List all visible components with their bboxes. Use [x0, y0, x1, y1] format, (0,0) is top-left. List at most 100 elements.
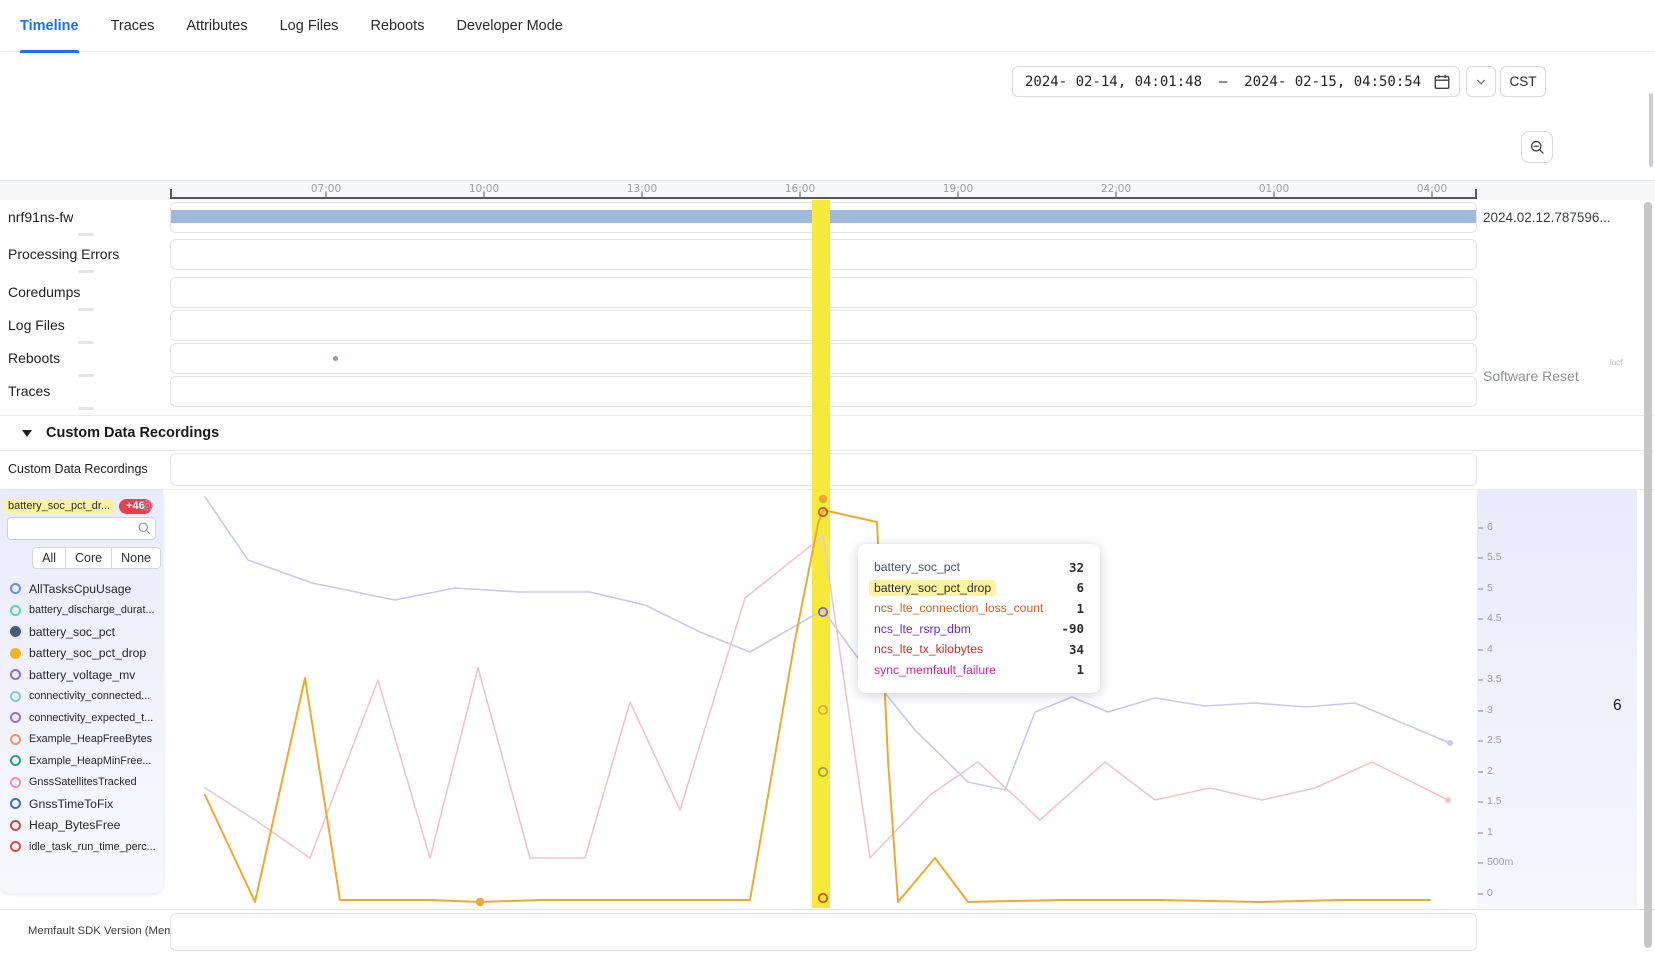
locf-note: locf: [1610, 358, 1622, 367]
tooltip-metric-label: battery_soc_pct: [874, 560, 960, 574]
y-tick-mark: [1478, 557, 1483, 559]
y-tick-mark: [1478, 771, 1483, 773]
tooltip-metric-value: 6: [1076, 580, 1084, 595]
legend-item-battery-voltage-mv[interactable]: battery_voltage_mv: [0, 664, 163, 686]
legend-item-label: battery_discharge_durat...: [29, 604, 154, 616]
y-tick-mark: [1478, 618, 1483, 620]
time-tick-label: 16:00: [785, 183, 815, 195]
time-tick-label: 22:00: [1101, 183, 1131, 195]
legend-item-label: battery_voltage_mv: [29, 668, 135, 682]
sdk-version-row-label: Memfault SDK Version (Memfaul...: [0, 911, 166, 951]
legend-item-connectivity-connected[interactable]: connectivity_connected...: [0, 686, 163, 708]
row-label-reboots: Reboots: [0, 343, 166, 374]
tooltip-metric-label: ncs_lte_tx_kilobytes: [874, 642, 983, 656]
legend-item-example-heapminfree[interactable]: Example_HeapMinFree...: [0, 750, 163, 772]
tab-log-files[interactable]: Log Files: [280, 0, 339, 52]
hover-point-marker: [819, 768, 827, 776]
row-right-label-reboots: Software Reset: [1483, 368, 1633, 384]
vertical-scrollbar[interactable]: [1644, 202, 1652, 948]
legend-item-connectivity-expected-t[interactable]: connectivity_expected_t...: [0, 707, 163, 729]
legend-marker-icon: [10, 841, 21, 852]
legend-item-label: Heap_BytesFree: [29, 818, 120, 832]
series-end-dot: [1445, 797, 1451, 803]
legend-item-battery-soc-pct-drop[interactable]: battery_soc_pct_drop: [0, 643, 163, 665]
y-tick-mark: [1478, 862, 1483, 864]
legend-item-idle-task-run-time-perc[interactable]: idle_task_run_time_perc...: [0, 836, 163, 858]
tooltip-metric-value: 32: [1069, 560, 1084, 575]
legend-list: AllTasksCpuUsage battery_discharge_durat.…: [0, 578, 163, 858]
tooltip-metric-label: ncs_lte_rsrp_dbm: [874, 622, 971, 636]
y-tick-mark: [1478, 740, 1483, 742]
tooltip-metric-value: 1: [1076, 662, 1084, 677]
y-tick-label: 1.5: [1487, 795, 1502, 807]
date-range-dropdown-button[interactable]: [1466, 66, 1496, 97]
zoom-out-button[interactable]: [1521, 131, 1553, 163]
y-tick-label: 3.5: [1487, 673, 1502, 685]
tab-attributes[interactable]: Attributes: [186, 0, 247, 52]
hovered-value-label: 6: [1613, 697, 1622, 715]
legend-item-label: GnssSatellitesTracked: [29, 776, 137, 788]
legend-item-heap-bytesfree[interactable]: Heap_BytesFree: [0, 815, 163, 837]
legend-item-label: Example_HeapFreeBytes: [29, 733, 152, 745]
tab-traces[interactable]: Traces: [111, 0, 155, 52]
y-tick-label: 500m: [1487, 856, 1513, 868]
timezone-button[interactable]: CST: [1500, 66, 1546, 97]
legend-item-gnsstimetofix[interactable]: GnssTimeToFix: [0, 793, 163, 815]
row-label-traces: Traces: [0, 376, 166, 407]
filter-button-all[interactable]: All: [32, 547, 66, 569]
app-root: Timeline Traces Attributes Log Files Reboots…: [0, 0, 1655, 954]
time-tick-label: 07:00: [311, 183, 341, 195]
cdr-row-label: Custom Data Recordings: [0, 452, 166, 486]
calendar-icon[interactable]: [1433, 73, 1451, 91]
y-tick-mark: [1478, 527, 1483, 529]
y-tick-mark: [1478, 893, 1483, 895]
legend-item-label: AllTasksCpuUsage: [29, 582, 131, 596]
sdk-version-row-track[interactable]: [170, 913, 1477, 951]
filter-button-none[interactable]: None: [111, 547, 161, 569]
collapse-triangle-icon[interactable]: [22, 430, 32, 437]
legend-item-example-heapfreebytes[interactable]: Example_HeapFreeBytes: [0, 729, 163, 751]
hover-point-marker: [819, 894, 827, 902]
legend-marker-icon: [10, 669, 21, 680]
legend-marker-icon: [10, 734, 21, 745]
legend-marker-icon: [10, 798, 21, 809]
legend-marker-icon: [10, 755, 21, 766]
metric-search-input[interactable]: [7, 517, 156, 540]
y-tick-mark: [1478, 588, 1483, 590]
legend-marker-icon: [10, 626, 21, 637]
tooltip-row-ncs-lte-tx-kilobytes: ncs_lte_tx_kilobytes 34: [874, 639, 1084, 660]
y-tick-label: 2.5: [1487, 734, 1502, 746]
y-tick-label: 3: [1487, 704, 1493, 716]
row-label-nrf91ns-fw: nrf91ns-fw: [0, 202, 166, 233]
legend-item-battery-soc-pct[interactable]: battery_soc_pct: [0, 621, 163, 643]
timeline-header: [0, 127, 1655, 180]
legend-scrollbar[interactable]: [1649, 93, 1653, 167]
zoom-out-icon: [1529, 139, 1546, 156]
legend-filter-group: AllCoreNone: [33, 547, 161, 569]
legend-item-battery-discharge-durat[interactable]: battery_discharge_durat...: [0, 600, 163, 622]
legend-item-gnsssatellitestracked[interactable]: GnssSatellitesTracked: [0, 772, 163, 794]
tooltip-row-ncs-lte-rsrp-dbm: ncs_lte_rsrp_dbm-90: [874, 619, 1084, 640]
tooltip-row-ncs-lte-connection-loss-count: ncs_lte_connection_loss_count1: [874, 598, 1084, 619]
y-tick-mark: [1478, 710, 1483, 712]
reboot-event-marker[interactable]: [333, 356, 338, 361]
legend-item-label: Example_HeapMinFree...: [29, 755, 151, 767]
tooltip-metric-label: battery_soc_pct_drop: [874, 581, 996, 595]
tab-reboots[interactable]: Reboots: [370, 0, 424, 52]
time-tick-label: 01:00: [1259, 183, 1289, 195]
legend-marker-icon: [10, 583, 21, 594]
legend-item-label: battery_soc_pct: [29, 625, 115, 639]
date-range-value: 2024- 02-14, 04:01:48 – 2024- 02-15, 04:…: [1025, 74, 1433, 90]
tooltip-metric-value: 1: [1076, 601, 1084, 616]
legend-item-alltaskscpuusage[interactable]: AllTasksCpuUsage: [0, 578, 163, 600]
tooltip-row-battery-soc-pct: battery_soc_pct 32: [874, 557, 1084, 578]
filter-button-core[interactable]: Core: [65, 547, 112, 569]
time-tick-label: 10:00: [469, 183, 499, 195]
selected-metric-pill[interactable]: battery_soc_pct_dr...: [4, 499, 114, 513]
tab-developer-mode[interactable]: Developer Mode: [456, 0, 562, 52]
date-range-input[interactable]: 2024- 02-14, 04:01:48 – 2024- 02-15, 04:…: [1012, 66, 1460, 97]
time-tick-label: 13:00: [627, 183, 657, 195]
tab-timeline[interactable]: Timeline: [20, 0, 79, 52]
gear-icon[interactable]: [140, 498, 155, 513]
tooltip-metric-value: 34: [1069, 642, 1084, 657]
